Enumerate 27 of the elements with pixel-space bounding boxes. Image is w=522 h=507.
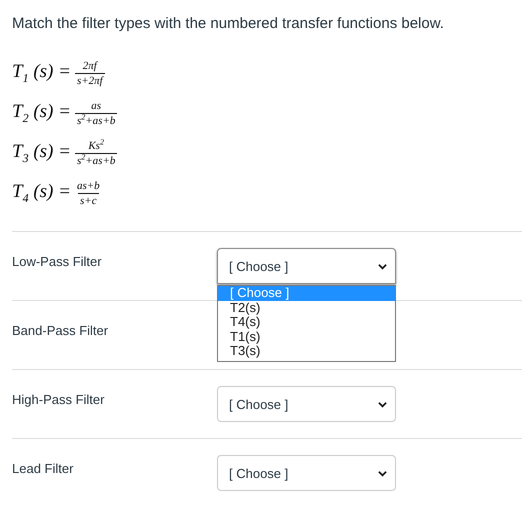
dropdown-option[interactable]: T3(s) xyxy=(218,344,395,358)
formula-label: T$_{4}$ (s) = xyxy=(12,181,71,206)
numerator: Ks$^{2}$ xyxy=(87,140,105,153)
dropdown-option[interactable]: T4(s) xyxy=(218,315,395,330)
choose-dropdown[interactable]: [ Choose ] xyxy=(217,386,396,422)
denominator: s$^{2}$+as+b xyxy=(74,113,118,127)
caret-icon xyxy=(378,262,387,270)
numerator: as xyxy=(90,100,102,113)
filter-label: High-Pass Filter xyxy=(12,391,106,409)
denominator: s$^{2}$+as+b xyxy=(74,153,118,167)
caret-icon xyxy=(378,470,387,476)
dropdown-option[interactable]: T1(s) xyxy=(218,330,395,344)
filter-label: Low-Pass Filter xyxy=(12,253,103,271)
denominator: s+2πf xyxy=(74,73,105,87)
question-text: Match the filter types with the numbered transfer functions below. xyxy=(12,15,445,32)
numerator: as+b xyxy=(76,180,101,193)
filter-label: Lead Filter xyxy=(12,460,74,478)
denominator: s+c xyxy=(78,193,99,207)
formula-label: T$_{1}$ (s) = xyxy=(12,61,71,86)
dropdown-option[interactable]: T2(s) xyxy=(218,300,395,315)
numerator: 2πf xyxy=(82,60,99,73)
choose-dropdown[interactable]: [ Choose ] xyxy=(217,248,396,284)
choose-dropdown[interactable]: [ Choose ] xyxy=(217,455,396,491)
formula-label: T$_{2}$ (s) = xyxy=(12,101,71,126)
formula-label: T$_{3}$ (s) = xyxy=(12,141,71,166)
filter-label: Band-Pass Filter xyxy=(12,322,110,340)
caret-icon xyxy=(378,400,387,408)
